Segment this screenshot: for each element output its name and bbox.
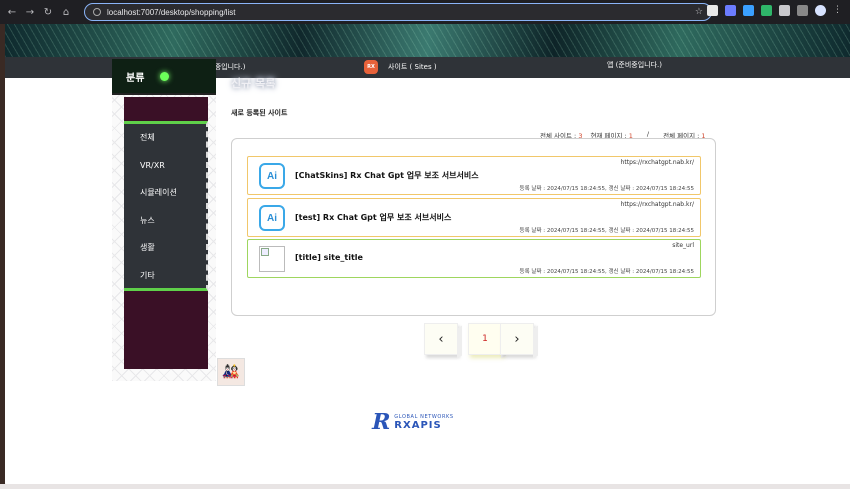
- footer-logo[interactable]: R GLOBAL NETWORKS RXAPIS: [369, 409, 454, 435]
- profile-avatar[interactable]: [815, 5, 826, 16]
- ai-logo-icon: Ai: [259, 163, 285, 189]
- category-item-news[interactable]: 뉴스: [124, 207, 206, 235]
- site-info-icon[interactable]: [93, 8, 101, 16]
- site-card[interactable]: Ai https://rxchatgpt.nab.kr/ [ChatSkins]…: [247, 156, 701, 195]
- bookmark-star-icon[interactable]: ☆: [695, 7, 703, 17]
- site-name[interactable]: [test] Rx Chat Gpt 업무 보조 서브서비스: [295, 212, 451, 223]
- bottom-strip: [0, 484, 850, 489]
- category-list: 전체 VR/XR 시뮬레이션 뉴스 생활 기타: [124, 121, 208, 291]
- address-bar[interactable]: localhost:7007/desktop/shopping/list ☆: [84, 3, 712, 21]
- rx-logo-icon: RX: [364, 60, 378, 74]
- browser-toolbar: ← → ↻ ⌂ localhost:7007/desktop/shopping/…: [0, 0, 850, 24]
- page-subtitle: 새로 등록된 사이트: [231, 109, 288, 117]
- sidepanel-icon[interactable]: [797, 5, 808, 16]
- ai-logo-icon: Ai: [259, 205, 285, 231]
- category-item-all[interactable]: 전체: [124, 124, 206, 152]
- site-dates: 등록 날짜 : 2024/07/15 18:24:55, 갱신 날짜 : 202…: [519, 186, 694, 192]
- mascot-icon[interactable]: 🎎: [217, 358, 245, 386]
- header-banner: [5, 24, 850, 57]
- category-title: 분류: [126, 72, 145, 84]
- next-page-button[interactable]: ›: [500, 323, 534, 355]
- footer-logo-line1: GLOBAL NETWORKS: [394, 413, 454, 420]
- site-url[interactable]: https://rxchatgpt.nab.kr/: [621, 159, 694, 166]
- extension-icon[interactable]: [725, 5, 736, 16]
- site-logo: [258, 245, 286, 273]
- page-title: 신규 목록: [231, 77, 276, 90]
- nav-apps-label: 앱 (준비중입니다.): [607, 61, 662, 69]
- broken-image-icon: [259, 246, 285, 272]
- footer-logo-text: GLOBAL NETWORKS RXAPIS: [394, 414, 453, 431]
- site-logo: Ai: [258, 162, 286, 190]
- status-dot-icon: [160, 71, 170, 81]
- site-logo: Ai: [258, 204, 286, 232]
- home-icon[interactable]: ⌂: [58, 4, 74, 20]
- nav-apps[interactable]: 앱 (준비중입니다.): [607, 60, 662, 70]
- category-header: 분류: [112, 59, 216, 95]
- site-dates: 등록 날짜 : 2024/07/15 18:24:55, 갱신 날짜 : 202…: [519, 228, 694, 234]
- site-list: Ai https://rxchatgpt.nab.kr/ [ChatSkins]…: [231, 138, 716, 316]
- rxapis-logo-icon: R: [369, 409, 394, 435]
- prev-page-button[interactable]: ‹: [424, 323, 458, 355]
- site-card[interactable]: Ai https://rxchatgpt.nab.kr/ [test] Rx C…: [247, 198, 701, 237]
- url-text: localhost:7007/desktop/shopping/list: [107, 7, 236, 17]
- menu-dots-icon[interactable]: ⋮: [833, 5, 844, 16]
- back-icon[interactable]: ←: [4, 4, 20, 20]
- reload-icon[interactable]: ↻: [40, 4, 56, 20]
- page-number-button[interactable]: 1: [468, 323, 502, 355]
- site-url[interactable]: https://rxchatgpt.nab.kr/: [621, 201, 694, 208]
- category-item-vrxr[interactable]: VR/XR: [124, 152, 206, 180]
- category-item-simulation[interactable]: 시뮬레이션: [124, 179, 206, 207]
- category-item-life[interactable]: 생활: [124, 234, 206, 262]
- site-card[interactable]: site_url [title] site_title 등록 날짜 : 2024…: [247, 239, 701, 278]
- nav-sites-label: 사이트 ( Sites ): [388, 63, 437, 71]
- category-item-etc[interactable]: 기타: [124, 262, 206, 290]
- extension-icon[interactable]: [761, 5, 772, 16]
- footer-logo-line2: RXAPIS: [394, 419, 442, 431]
- extensions-puzzle-icon[interactable]: [779, 5, 790, 16]
- site-name[interactable]: [ChatSkins] Rx Chat Gpt 업무 보조 서브서비스: [295, 170, 479, 181]
- forward-icon[interactable]: →: [22, 4, 38, 20]
- site-name[interactable]: [title] site_title: [295, 253, 363, 262]
- extension-icon[interactable]: [743, 5, 754, 16]
- extension-icon[interactable]: [707, 5, 718, 16]
- site-url[interactable]: site_url: [672, 242, 694, 249]
- nav-sites[interactable]: RX 사이트 ( Sites ): [364, 60, 437, 74]
- site-dates: 등록 날짜 : 2024/07/15 18:24:55, 갱신 날짜 : 202…: [519, 269, 694, 275]
